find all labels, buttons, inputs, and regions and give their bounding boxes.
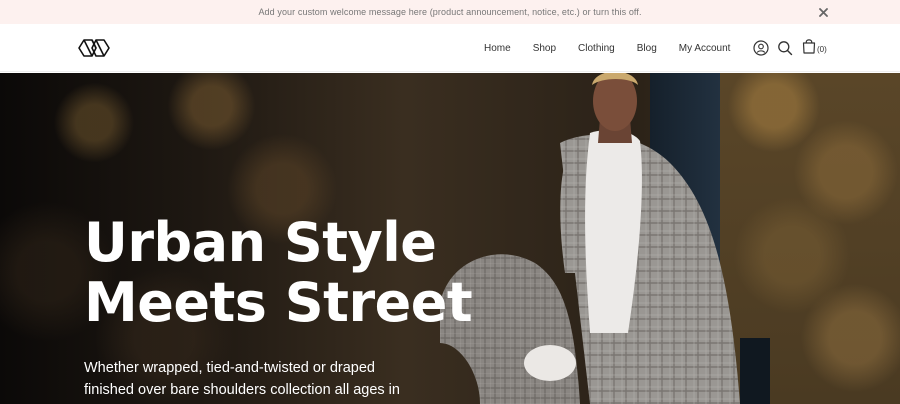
search-icon[interactable] [777, 40, 793, 56]
shopping-bag-icon [802, 38, 816, 59]
hero-title-line-2: Meets Street [84, 271, 473, 334]
nav-clothing[interactable]: Clothing [578, 43, 615, 54]
brand-logo[interactable] [78, 38, 110, 58]
announcement-text: Add your custom welcome message here (pr… [258, 7, 642, 17]
account-icon[interactable] [753, 40, 769, 56]
close-icon[interactable] [816, 5, 830, 19]
nav-shop[interactable]: Shop [533, 43, 556, 54]
hero-title-line-1: Urban Style [84, 211, 437, 274]
site-header: Home Shop Clothing Blog My Account (0) [0, 24, 900, 72]
cart-button[interactable]: (0) [802, 38, 827, 59]
nav-home[interactable]: Home [484, 43, 511, 54]
announcement-bar: Add your custom welcome message here (pr… [0, 0, 900, 24]
hero-banner: Urban Style Meets Street Whether wrapped… [0, 73, 900, 404]
hero-subtitle: Whether wrapped, tied-and-twisted or dra… [84, 360, 400, 398]
nav-blog[interactable]: Blog [637, 43, 657, 54]
cart-count: (0) [817, 45, 827, 54]
nav-my-account[interactable]: My Account [679, 43, 731, 54]
hero-title: Urban Style Meets Street [84, 213, 544, 333]
main-nav: Home Shop Clothing Blog My Account [484, 24, 730, 72]
